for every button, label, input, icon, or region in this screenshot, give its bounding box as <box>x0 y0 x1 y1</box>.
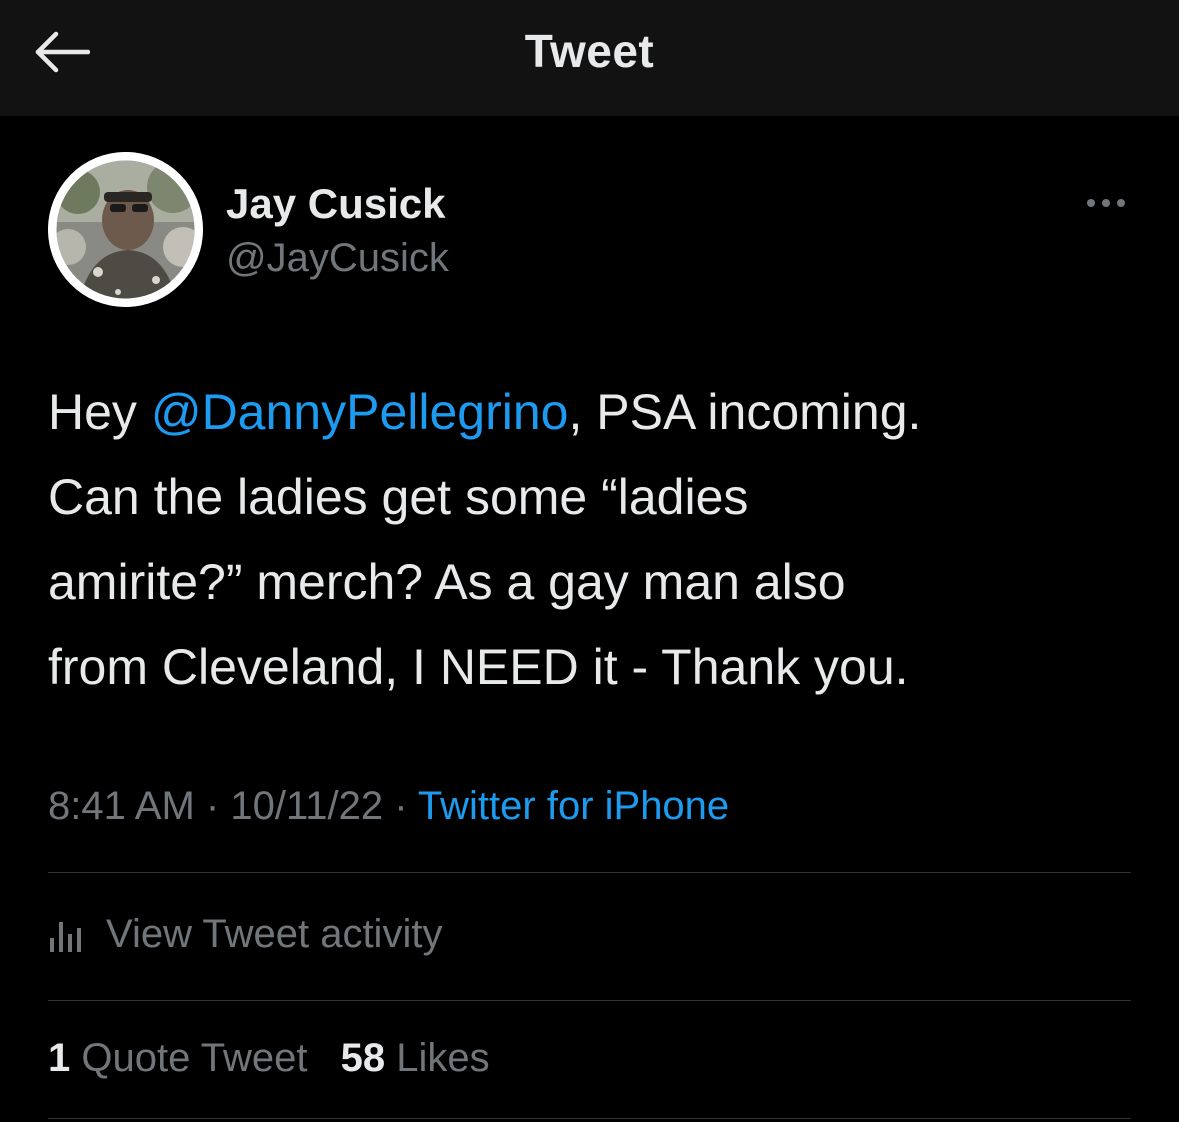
meta-separator: · <box>205 784 220 828</box>
more-options-button[interactable] <box>1078 188 1134 218</box>
tweet-source-link[interactable]: Twitter for iPhone <box>418 784 729 828</box>
likes-stat[interactable]: 58 Likes <box>341 1036 490 1080</box>
quote-tweets-stat[interactable]: 1 Quote Tweet <box>48 1036 307 1080</box>
likes-count: 58 <box>340 1036 386 1080</box>
page-title: Tweet <box>524 25 655 77</box>
mention-link[interactable]: @DannyPellegrino <box>151 384 569 440</box>
top-bar: Tweet <box>0 0 1179 116</box>
tweet-meta: 8:41 AM · 10/11/22 · Twitter for iPhone <box>48 784 729 829</box>
profile-photo <box>48 152 203 307</box>
tweet-stats: 1 Quote Tweet 58 Likes <box>48 1036 512 1081</box>
author-display-name[interactable]: Jay Cusick <box>226 180 445 228</box>
tweet-line: amirite?” merch? As a gay man also <box>48 554 846 610</box>
activity-label: View Tweet activity <box>106 911 443 956</box>
more-dot-icon <box>1102 199 1110 207</box>
tweet-text-segment: , PSA incoming. <box>568 384 922 440</box>
meta-separator: · <box>394 784 408 828</box>
bar-chart-icon <box>50 922 81 952</box>
tweet-text-segment: Hey <box>48 384 151 440</box>
tweet-date: 10/11/22 <box>230 784 384 828</box>
view-tweet-activity-button[interactable]: View Tweet activity <box>48 906 442 962</box>
more-dot-icon <box>1117 199 1125 207</box>
avatar[interactable] <box>48 152 203 307</box>
author-handle[interactable]: @JayCusick <box>226 236 449 281</box>
more-dot-icon <box>1087 199 1095 207</box>
divider <box>48 872 1131 873</box>
tweet-line: from Cleveland, I NEED it - Thank you. <box>48 639 909 695</box>
divider <box>48 1118 1131 1119</box>
tweet-text: Hey @DannyPellegrino, PSA incoming. Can … <box>48 370 1148 710</box>
divider <box>48 1000 1131 1001</box>
likes-label: Likes <box>396 1036 490 1080</box>
tweet-line: Can the ladies get some “ladies <box>48 469 749 525</box>
tweet-line: Hey @DannyPellegrino, PSA incoming. <box>48 370 1148 455</box>
tweet-time: 8:41 AM <box>48 784 195 828</box>
quote-label: Quote Tweet <box>81 1036 308 1080</box>
quote-count: 1 <box>48 1036 71 1080</box>
